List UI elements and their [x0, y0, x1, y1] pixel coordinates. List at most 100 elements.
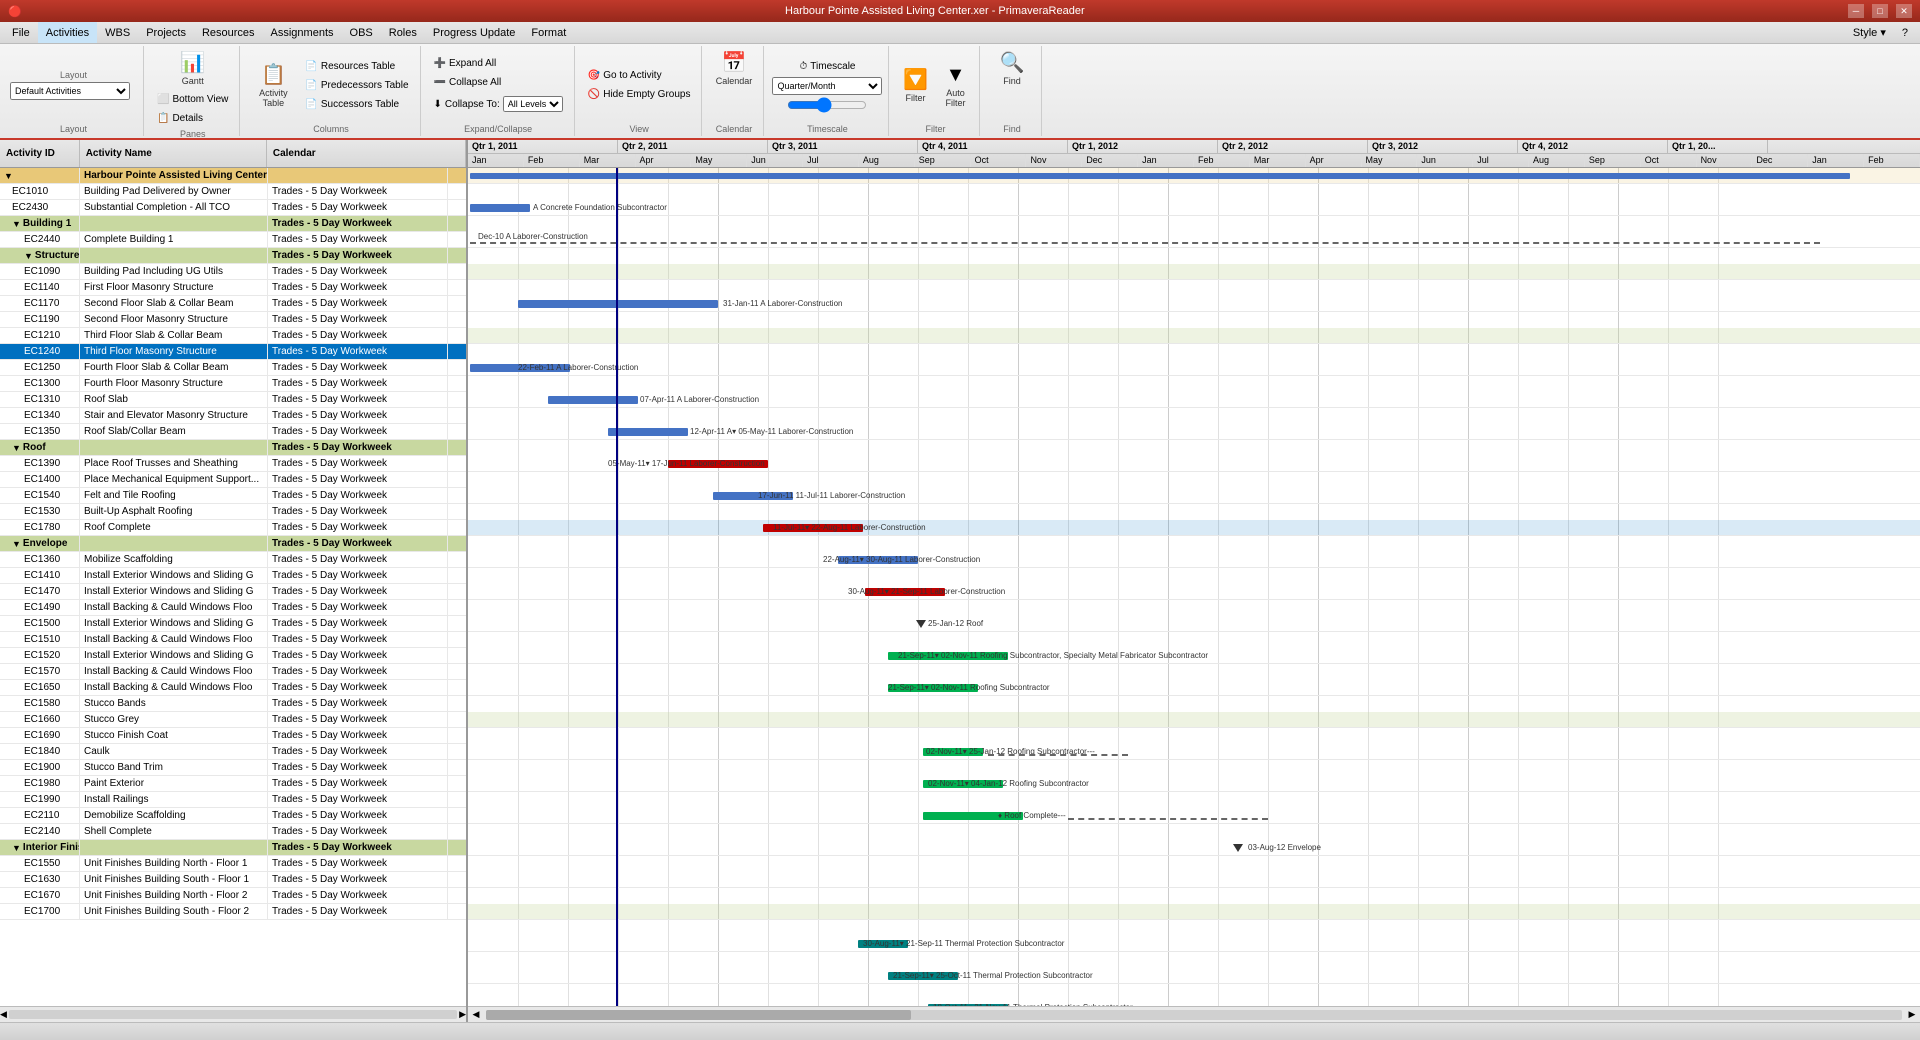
predecessors-table-button[interactable]: 📄 Predecessors Table [300, 77, 413, 94]
table-row[interactable]: EC1690 Stucco Finish Coat Trades - 5 Day… [0, 728, 466, 744]
layout-dropdown[interactable]: Default Activities [10, 82, 130, 100]
table-row[interactable]: ▼Roof Trades - 5 Day Workweek [0, 440, 466, 456]
scroll-left-button[interactable]: ◀ [0, 1007, 7, 1022]
timescale-dropdown[interactable]: Quarter/Month [772, 77, 882, 95]
table-row[interactable]: ▼Structure Trades - 5 Day Workweek [0, 248, 466, 264]
menu-projects[interactable]: Projects [138, 22, 194, 43]
menu-roles[interactable]: Roles [381, 22, 425, 43]
table-row[interactable]: EC1310 Roof Slab Trades - 5 Day Workweek [0, 392, 466, 408]
table-row[interactable]: EC1140 First Floor Masonry Structure Tra… [0, 280, 466, 296]
calendar-button[interactable]: 📅 Calendar [711, 48, 758, 89]
collapse-all-icon: ➖ [434, 77, 446, 88]
table-row[interactable]: EC1250 Fourth Floor Slab & Collar Beam T… [0, 360, 466, 376]
table-row[interactable]: EC1090 Building Pad Including UG Utils T… [0, 264, 466, 280]
menu-wbs[interactable]: WBS [97, 22, 138, 43]
table-row[interactable]: EC1580 Stucco Bands Trades - 5 Day Workw… [0, 696, 466, 712]
menu-help[interactable]: ? [1894, 22, 1916, 43]
activity-table-button[interactable]: 📋 ActivityTable [248, 60, 298, 111]
gantt-horizontal-scrollbar[interactable] [486, 1010, 1902, 1020]
collapse-to-dropdown[interactable]: All Levels [503, 96, 563, 112]
details-button[interactable]: 📋 Details [152, 110, 233, 127]
table-row[interactable]: EC2110 Demobilize Scaffolding Trades - 5… [0, 808, 466, 824]
table-row[interactable]: EC1350 Roof Slab/Collar Beam Trades - 5 … [0, 424, 466, 440]
table-row[interactable]: EC1670 Unit Finishes Building North - Fl… [0, 888, 466, 904]
gantt-scroll-left[interactable]: ◀ [468, 1009, 484, 1020]
hide-empty-groups-button[interactable]: 🚫 Hide Empty Groups [583, 86, 696, 103]
find-button[interactable]: 🔍 Find [994, 48, 1030, 89]
table-row[interactable]: EC1360 Mobilize Scaffolding Trades - 5 D… [0, 552, 466, 568]
cell-calendar: Trades - 5 Day Workweek [268, 632, 448, 647]
timescale-slider[interactable] [787, 97, 867, 113]
table-row[interactable]: EC1650 Install Backing & Cauld Windows F… [0, 680, 466, 696]
table-row[interactable]: EC1530 Built-Up Asphalt Roofing Trades -… [0, 504, 466, 520]
successors-table-button[interactable]: 📄 Successors Table [300, 96, 413, 113]
expand-all-button[interactable]: ➕ Expand All [429, 55, 568, 72]
cell-name: Substantial Completion - All TCO [80, 200, 268, 215]
table-row[interactable]: ▼Envelope Trades - 5 Day Workweek [0, 536, 466, 552]
table-row[interactable]: EC1990 Install Railings Trades - 5 Day W… [0, 792, 466, 808]
gantt-body[interactable]: A Concrete Foundation Subcontractor Dec-… [468, 168, 1920, 1006]
close-button[interactable]: ✕ [1896, 4, 1912, 18]
menu-style[interactable]: Style ▾ [1845, 22, 1894, 43]
find-group-label: Find [1003, 122, 1021, 134]
table-row[interactable]: EC1400 Place Mechanical Equipment Suppor… [0, 472, 466, 488]
table-row[interactable]: EC1700 Unit Finishes Building South - Fl… [0, 904, 466, 920]
table-row[interactable]: ▼Building 1 Trades - 5 Day Workweek [0, 216, 466, 232]
table-row[interactable]: EC2430 Substantial Completion - All TCO … [0, 200, 466, 216]
table-row[interactable]: EC1900 Stucco Band Trim Trades - 5 Day W… [0, 760, 466, 776]
scroll-right-button[interactable]: ▶ [459, 1007, 466, 1022]
gantt-scroll-right[interactable]: ▶ [1904, 1009, 1920, 1020]
table-row[interactable]: EC1410 Install Exterior Windows and Slid… [0, 568, 466, 584]
table-body[interactable]: ▼ Harbour Pointe Assisted Living Center … [0, 168, 466, 1006]
table-row[interactable]: EC1390 Place Roof Trusses and Sheathing … [0, 456, 466, 472]
table-row[interactable]: EC1500 Install Exterior Windows and Slid… [0, 616, 466, 632]
gantt-button[interactable]: 📊 Gantt [175, 48, 211, 89]
menu-format[interactable]: Format [523, 22, 574, 43]
table-row[interactable]: ▼ Harbour Pointe Assisted Living Center [0, 168, 466, 184]
gantt-scroll-thumb[interactable] [486, 1010, 911, 1020]
collapse-all-button[interactable]: ➖ Collapse All [429, 74, 568, 91]
table-row[interactable]: EC1010 Building Pad Delivered by Owner T… [0, 184, 466, 200]
cell-name [80, 536, 268, 551]
go-to-activity-button[interactable]: 🎯 Go to Activity [583, 67, 696, 84]
table-row[interactable]: EC1660 Stucco Grey Trades - 5 Day Workwe… [0, 712, 466, 728]
maximize-button[interactable]: □ [1872, 4, 1888, 18]
table-row[interactable]: EC1170 Second Floor Slab & Collar Beam T… [0, 296, 466, 312]
table-row[interactable]: EC1240 Third Floor Masonry Structure Tra… [0, 344, 466, 360]
table-row[interactable]: ▼Interior Finishes Trades - 5 Day Workwe… [0, 840, 466, 856]
table-row[interactable]: EC1540 Felt and Tile Roofing Trades - 5 … [0, 488, 466, 504]
table-row[interactable]: EC1630 Unit Finishes Building South - Fl… [0, 872, 466, 888]
collapse-to-button[interactable]: ⬇ Collapse To: All Levels [429, 93, 568, 115]
bottom-view-label: Bottom View [172, 94, 228, 105]
resources-table-button[interactable]: 📄 Resources Table [300, 58, 413, 75]
menu-assignments[interactable]: Assignments [263, 22, 342, 43]
minimize-button[interactable]: ─ [1848, 4, 1864, 18]
timescale-button[interactable]: ⏱ Timescale [794, 58, 860, 75]
menu-progress-update[interactable]: Progress Update [425, 22, 524, 43]
menu-file[interactable]: File [4, 22, 38, 43]
filter-button[interactable]: 🔽 Filter [897, 65, 933, 106]
table-row[interactable]: EC1520 Install Exterior Windows and Slid… [0, 648, 466, 664]
table-row[interactable]: EC1780 Roof Complete Trades - 5 Day Work… [0, 520, 466, 536]
table-row[interactable]: EC1840 Caulk Trades - 5 Day Workweek [0, 744, 466, 760]
menu-obs[interactable]: OBS [342, 22, 381, 43]
table-row[interactable]: EC2440 Complete Building 1 Trades - 5 Da… [0, 232, 466, 248]
cell-name: Install Backing & Cauld Windows Floo [80, 632, 268, 647]
cell-calendar: Trades - 5 Day Workweek [268, 568, 448, 583]
table-row[interactable]: EC1300 Fourth Floor Masonry Structure Tr… [0, 376, 466, 392]
table-row[interactable]: EC1210 Third Floor Slab & Collar Beam Tr… [0, 328, 466, 344]
menu-resources[interactable]: Resources [194, 22, 263, 43]
table-row[interactable]: EC1510 Install Backing & Cauld Windows F… [0, 632, 466, 648]
table-row[interactable]: EC1190 Second Floor Masonry Structure Tr… [0, 312, 466, 328]
table-row[interactable]: EC1340 Stair and Elevator Masonry Struct… [0, 408, 466, 424]
table-row[interactable]: EC1550 Unit Finishes Building North - Fl… [0, 856, 466, 872]
table-row[interactable]: EC1980 Paint Exterior Trades - 5 Day Wor… [0, 776, 466, 792]
bottom-view-button[interactable]: ⬜ Bottom View [152, 91, 233, 108]
auto-filter-button[interactable]: ▼ AutoFilter [937, 60, 973, 111]
table-row[interactable]: EC1490 Install Backing & Cauld Windows F… [0, 600, 466, 616]
table-row[interactable]: EC1470 Install Exterior Windows and Slid… [0, 584, 466, 600]
table-row[interactable]: EC2140 Shell Complete Trades - 5 Day Wor… [0, 824, 466, 840]
menu-activities[interactable]: Activities [38, 22, 97, 43]
table-row[interactable]: EC1570 Install Backing & Cauld Windows F… [0, 664, 466, 680]
horizontal-scrollbar[interactable] [9, 1010, 457, 1019]
